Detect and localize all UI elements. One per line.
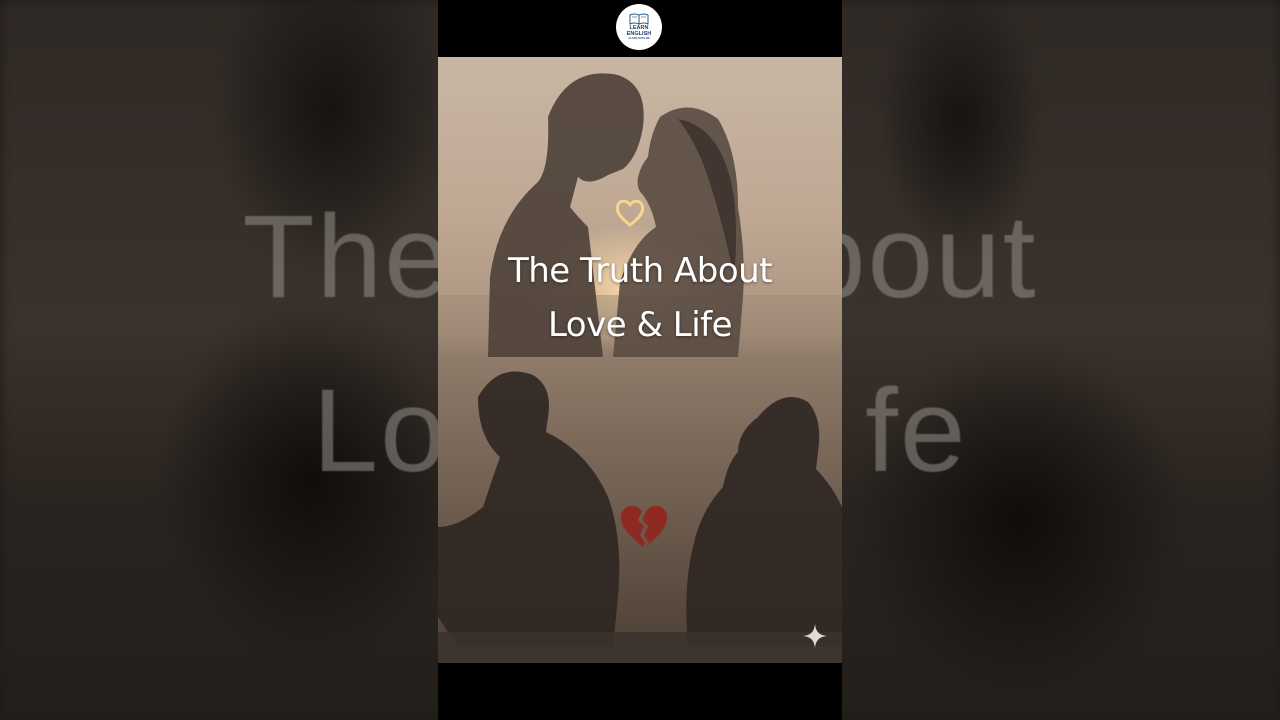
channel-logo[interactable]: LEARN ENGLISH ALONG WITH ME — [616, 4, 662, 50]
sparkle-icon — [803, 624, 827, 648]
video-title-line1: The Truth About — [507, 251, 773, 291]
broken-heart-icon — [620, 505, 668, 547]
logo-subtitle: ALONG WITH ME — [628, 37, 650, 41]
sitting-woman-silhouette — [686, 397, 842, 647]
scene-illustration — [438, 73, 842, 663]
video-player[interactable]: LEARN ENGLISH ALONG WITH ME The Truth Ab… — [438, 0, 842, 720]
heart-icon — [615, 199, 645, 227]
video-title-line2: Love & Life — [547, 305, 733, 345]
logo-title: LEARN ENGLISH — [626, 25, 652, 37]
open-book-icon — [629, 13, 649, 26]
sitting-man-silhouette — [438, 371, 620, 647]
video-frame — [438, 57, 842, 663]
